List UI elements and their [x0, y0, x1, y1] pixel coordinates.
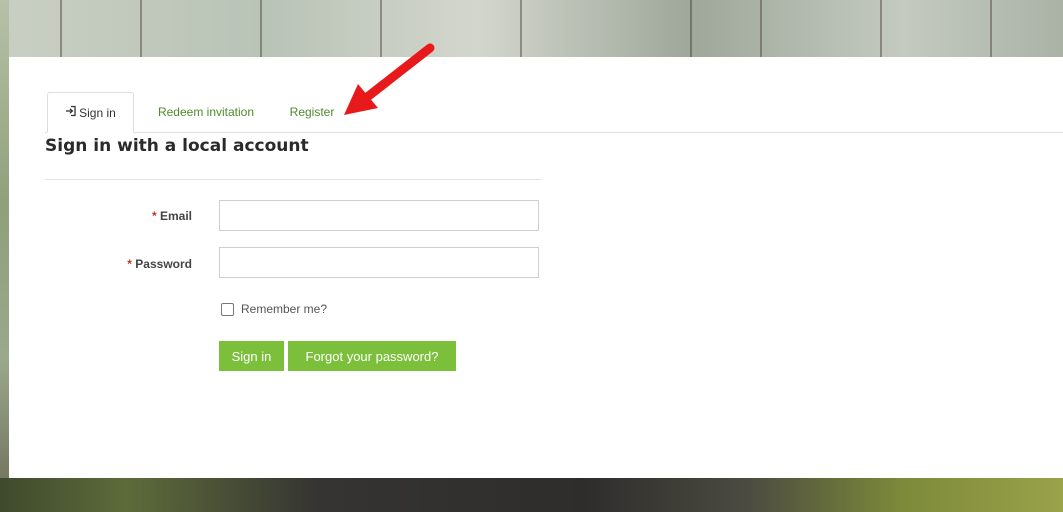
login-panel: Sign in Redeem invitation Register Sign …	[9, 57, 1063, 478]
sign-in-button[interactable]: Sign in	[219, 341, 284, 371]
password-label-text: Password	[135, 257, 192, 271]
background-image-top	[0, 0, 1063, 57]
tab-sign-in-label: Sign in	[79, 105, 116, 120]
remember-me[interactable]: Remember me?	[221, 302, 327, 316]
sign-in-icon	[65, 105, 77, 120]
background-image-bottom	[0, 478, 1063, 512]
tab-bar: Sign in Redeem invitation Register	[45, 92, 1063, 133]
tab-sign-in[interactable]: Sign in	[47, 92, 134, 133]
background-image-left	[0, 0, 9, 512]
password-field[interactable]	[219, 247, 539, 278]
required-marker: *	[151, 209, 157, 223]
email-label: * Email	[42, 209, 192, 223]
remember-me-label: Remember me?	[241, 302, 328, 316]
password-label: * Password	[42, 257, 192, 271]
tab-redeem-invitation[interactable]: Redeem invitation	[146, 92, 266, 132]
tab-redeem-invitation-label: Redeem invitation	[157, 105, 255, 119]
email-field[interactable]	[219, 200, 539, 231]
red-arrow-annotation	[344, 43, 435, 115]
tab-register-label: Register	[289, 105, 335, 119]
email-label-text: Email	[159, 209, 192, 223]
required-marker: *	[127, 257, 132, 271]
divider	[45, 179, 541, 180]
remember-me-checkbox[interactable]	[221, 302, 234, 316]
page-title: Sign in with a local account	[45, 136, 309, 156]
forgot-password-button[interactable]: Forgot your password?	[288, 341, 456, 371]
